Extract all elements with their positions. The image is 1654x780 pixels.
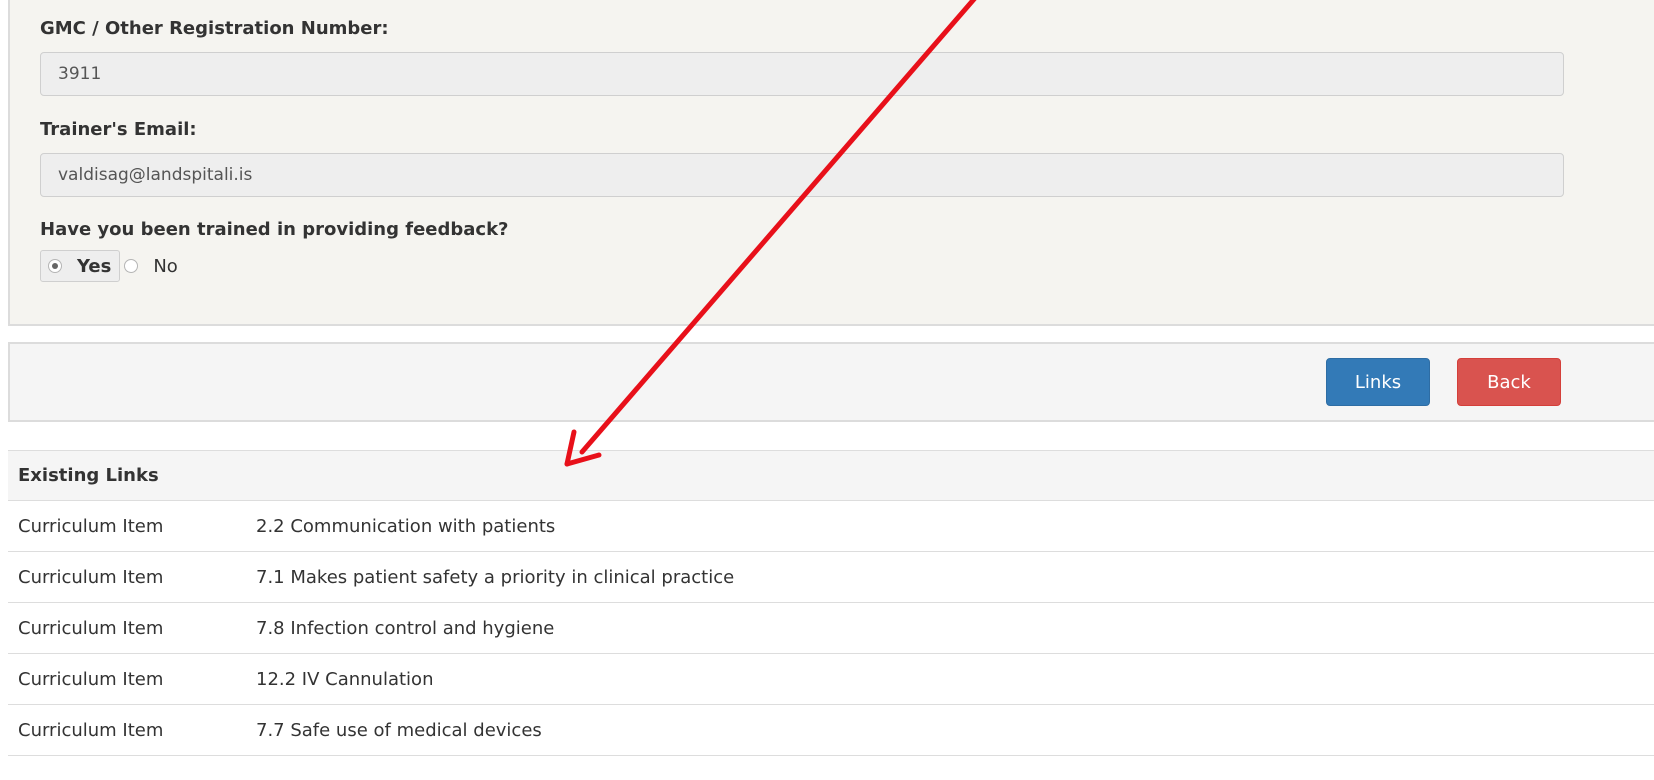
link-type-cell: Curriculum Item [18,668,164,690]
page: GMC / Other Registration Number: Trainer… [0,0,1654,780]
table-row: Curriculum Item 7.8 Infection control an… [8,603,1654,654]
link-name-cell: 2.2 Communication with patients [256,515,556,537]
feedback-option-no[interactable]: No [120,250,183,282]
link-type-cell: Curriculum Item [18,515,164,537]
registration-number-label: GMC / Other Registration Number: [40,18,389,39]
radio-checked-icon[interactable] [48,259,62,273]
trainer-details-panel: GMC / Other Registration Number: Trainer… [8,0,1654,326]
link-name-cell: 7.1 Makes patient safety a priority in c… [256,566,735,588]
existing-links-table: Existing Links Curriculum Item 2.2 Commu… [8,450,1654,756]
trainer-email-label: Trainer's Email: [40,119,197,140]
links-button[interactable]: Links [1326,358,1430,406]
table-row: Curriculum Item 7.7 Safe use of medical … [8,705,1654,756]
table-row: Curriculum Item 7.1 Makes patient safety… [8,552,1654,603]
trainer-email-input[interactable] [40,153,1564,197]
feedback-trained-radio-group: Yes No [40,250,184,282]
link-type-cell: Curriculum Item [18,719,164,741]
link-name-cell: 7.7 Safe use of medical devices [256,719,542,741]
feedback-question-label: Have you been trained in providing feedb… [40,219,509,240]
radio-unchecked-icon[interactable] [124,259,139,273]
link-name-cell: 7.8 Infection control and hygiene [256,617,555,639]
feedback-option-yes-label: Yes [77,255,112,277]
link-type-cell: Curriculum Item [18,566,164,588]
back-button[interactable]: Back [1457,358,1561,406]
table-row: Curriculum Item 2.2 Communication with p… [8,501,1654,552]
link-name-cell: 12.2 IV Cannulation [256,668,434,690]
link-type-cell: Curriculum Item [18,617,164,639]
existing-links-heading: Existing Links [8,450,1654,501]
table-row: Curriculum Item 12.2 IV Cannulation [8,654,1654,705]
feedback-option-no-label: No [153,255,178,277]
registration-number-input[interactable] [40,52,1564,96]
feedback-option-yes[interactable]: Yes [40,250,121,282]
